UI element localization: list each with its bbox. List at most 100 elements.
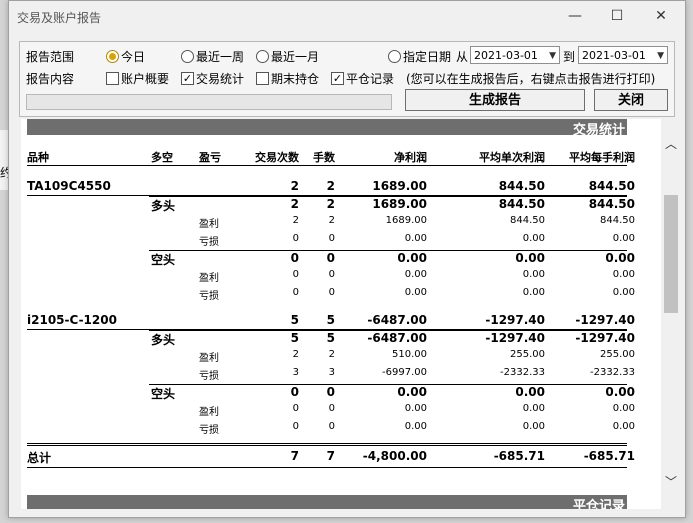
total-avg-trade: -685.71: [493, 449, 545, 463]
total-lots: 7: [326, 449, 335, 463]
checkbox-holdings[interactable]: [256, 72, 269, 85]
radio-specified-date[interactable]: [388, 50, 401, 63]
checkbox-holdings-label[interactable]: 期末持仓: [271, 70, 319, 87]
table-cell: 0.00: [404, 233, 427, 244]
table-cell: 0.00: [515, 385, 545, 399]
table-cell: 3: [292, 367, 299, 378]
table-cell: 盈利: [199, 407, 219, 418]
table-cell: -2332.33: [500, 367, 545, 378]
table-cell: -1297.40: [575, 331, 635, 345]
table-cell: 0: [328, 233, 335, 244]
total-divider-bottom: [27, 467, 627, 468]
content-label: 报告内容: [26, 72, 75, 86]
table-cell: -6997.00: [382, 367, 427, 378]
table-cell: 0.00: [404, 287, 427, 298]
table-cell: 0: [290, 251, 299, 265]
table-cell: 0: [328, 403, 335, 414]
table-cell: 0.00: [522, 269, 545, 280]
table-cell: 2: [290, 179, 299, 193]
radio-today[interactable]: [106, 50, 119, 63]
table-cell: 2: [326, 197, 335, 211]
table-cell: 0: [326, 251, 335, 265]
section-header-trade-stats: 交易统计: [27, 119, 627, 138]
table-cell: 844.50: [498, 197, 545, 211]
vertical-scrollbar[interactable]: ︿ ﹀: [661, 119, 681, 509]
section-header-close-records: 平仓记录: [27, 495, 627, 509]
table-cell: 3: [328, 367, 335, 378]
scroll-up-icon[interactable]: ︿: [661, 135, 681, 152]
table-cell: 空头: [151, 387, 176, 401]
table-cell: 0.00: [404, 403, 427, 414]
checkbox-account[interactable]: [106, 72, 119, 85]
scroll-down-icon[interactable]: ﹀: [661, 473, 681, 490]
generate-report-button[interactable]: 生成报告: [405, 89, 585, 111]
total-trades: 7: [290, 449, 299, 463]
table-cell: 2: [328, 215, 335, 226]
block-divider: [149, 196, 150, 197]
from-date-picker[interactable]: 2021-03-01 ▼: [470, 46, 560, 64]
report-view[interactable]: 交易统计 品种 多空 盈亏 交易次数 手数 净利润 平均单次利润 平均每手利润 TA109C45…: [21, 119, 661, 509]
to-date-picker[interactable]: 2021-03-01 ▼: [578, 46, 668, 64]
checkbox-account-label[interactable]: 账户概要: [121, 70, 169, 87]
table-cell: 亏损: [199, 291, 219, 302]
radio-week[interactable]: [181, 50, 194, 63]
background-window-edge: [0, 130, 8, 190]
table-cell: 0: [290, 385, 299, 399]
table-cell: 0: [292, 233, 299, 244]
table-cell: 0: [292, 269, 299, 280]
window-title: 交易及账户报告: [17, 11, 102, 25]
table-cell: 多头: [151, 199, 176, 213]
radio-specified-label[interactable]: 指定日期: [403, 48, 451, 65]
scroll-thumb[interactable]: [664, 195, 678, 313]
maximize-button[interactable]: ☐: [607, 7, 627, 25]
table-cell: 255.00: [600, 349, 635, 360]
print-hint: (您可以在生成报告后，右键点击报告进行打印): [406, 72, 656, 86]
checkbox-trade-stats[interactable]: ✓: [181, 72, 194, 85]
checkbox-trade-stats-label[interactable]: 交易统计: [196, 70, 244, 87]
table-cell: 0: [292, 403, 299, 414]
table-cell: 0.00: [397, 251, 427, 265]
table-cell: 多头: [151, 333, 176, 347]
table-cell: -1297.40: [485, 331, 545, 345]
table-cell: 0: [292, 287, 299, 298]
table-cell: 2: [290, 197, 299, 211]
table-cell: -1297.40: [485, 313, 545, 327]
table-cell: 2: [328, 349, 335, 360]
column-header: 盈亏: [199, 151, 221, 164]
total-net: -4,800.00: [362, 449, 427, 463]
table-cell: 2: [326, 179, 335, 193]
table-cell: 0.00: [397, 385, 427, 399]
column-header: 品种: [27, 151, 49, 164]
table-cell: 2: [292, 215, 299, 226]
table-cell: 空头: [151, 253, 176, 267]
table-cell: 亏损: [199, 425, 219, 436]
radio-month[interactable]: [256, 50, 269, 63]
table-cell: 0.00: [522, 403, 545, 414]
column-header: 手数: [313, 151, 335, 164]
radio-month-label[interactable]: 最近一月: [271, 48, 319, 65]
checkbox-close-records[interactable]: ✓: [331, 72, 344, 85]
chevron-down-icon: ▼: [657, 51, 664, 61]
table-cell: 0.00: [522, 233, 545, 244]
to-label: 到: [563, 50, 576, 64]
table-cell: 510.00: [392, 349, 427, 360]
total-divider-top: [27, 443, 627, 444]
radio-week-label[interactable]: 最近一周: [196, 48, 244, 65]
table-cell: 0.00: [612, 421, 635, 432]
close-window-button[interactable]: ✕: [651, 7, 671, 25]
table-cell: TA109C4550: [27, 179, 111, 193]
table-cell: i2105-C-1200: [27, 313, 117, 327]
checkbox-close-records-label[interactable]: 平仓记录: [346, 70, 394, 87]
chevron-down-icon: ▼: [549, 51, 556, 61]
table-cell: -2332.33: [590, 367, 635, 378]
table-cell: 0.00: [522, 421, 545, 432]
minimize-button[interactable]: —: [565, 7, 585, 25]
report-dialog: 交易及账户报告 — ☐ ✕ 报告范围 今日 最近一周 最近一月 指定日期 从 2…: [8, 0, 686, 518]
radio-today-label[interactable]: 今日: [121, 48, 145, 65]
close-button[interactable]: 关闭: [594, 89, 668, 111]
table-cell: 844.50: [588, 197, 635, 211]
table-cell: 255.00: [510, 349, 545, 360]
table-cell: 盈利: [199, 219, 219, 230]
total-divider-top-2: [27, 445, 627, 446]
table-cell: 0: [328, 269, 335, 280]
